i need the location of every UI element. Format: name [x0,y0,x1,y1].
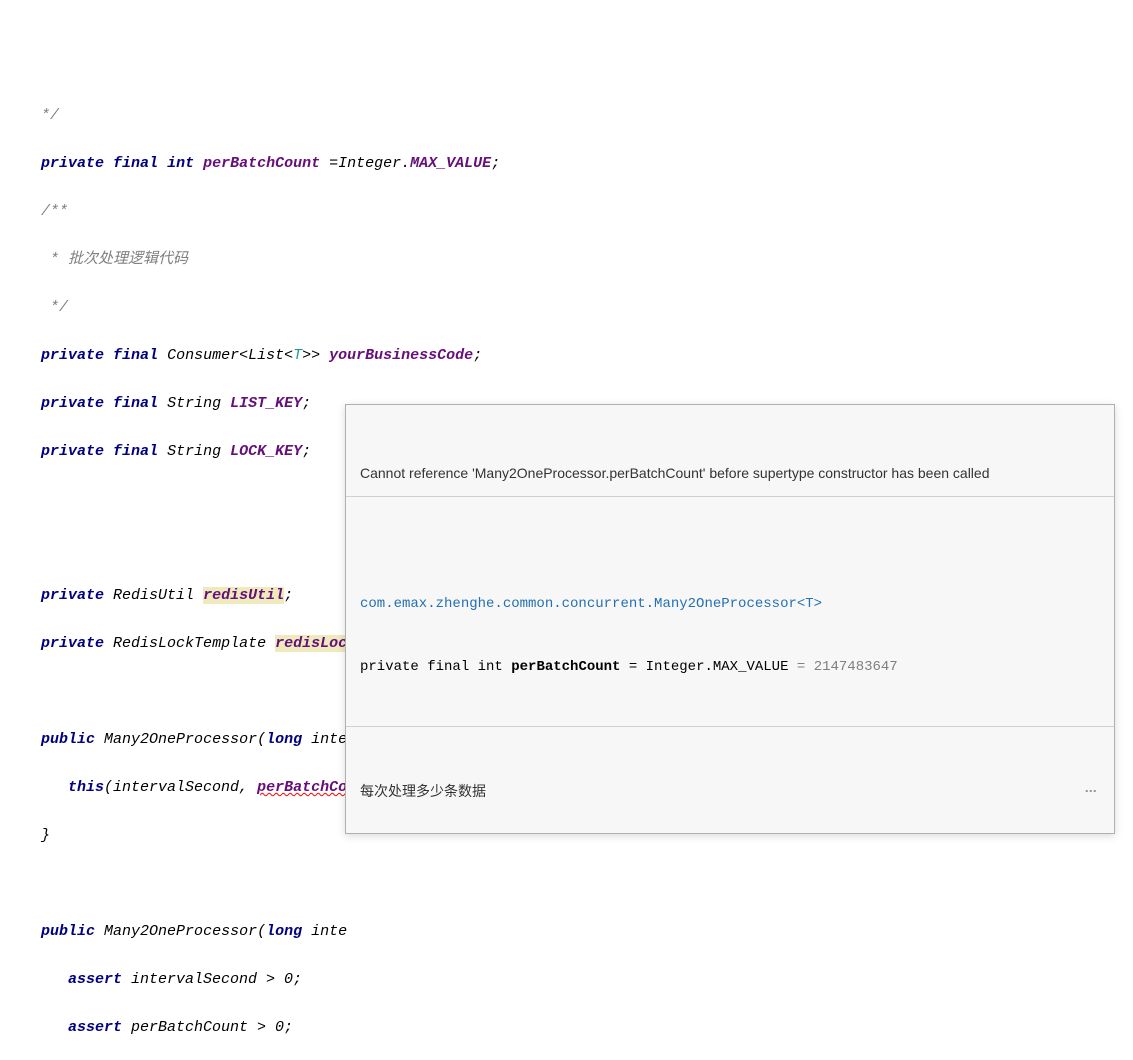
tooltip-footer: 每次处理多少条数据 ⋮ [346,772,1114,810]
tooltip-error-message: Cannot reference 'Many2OneProcessor.perB… [346,450,1114,497]
type-redislocktemplate: RedisLockTemplate [113,635,266,652]
error-tooltip: Cannot reference 'Many2OneProcessor.perB… [345,404,1115,834]
code-line-comment: /** [0,200,1133,224]
keyword-final: final [113,155,158,172]
tooltip-footer-text: 每次处理多少条数据 [360,780,486,802]
field-listkey: LIST_KEY [230,395,302,412]
field-redisutil: redisUtil [203,587,284,604]
more-icon[interactable]: ⋮ [1081,785,1100,796]
code-line-comment: */ [0,104,1133,128]
keyword-private: private [41,155,104,172]
code-line[interactable]: public Many2OneProcessor(long inte [0,920,1133,944]
type-redisutil: RedisUtil [113,587,194,604]
tooltip-decl-pre: private final int [360,659,511,675]
comment-end: */ [14,107,59,124]
keyword-public: public [41,731,95,748]
field-yourbusinesscode: yourBusinessCode [329,347,473,364]
generic-t: T [293,347,302,364]
constructor-name: Many2OneProcessor( [104,731,266,748]
keyword-int: int [167,155,194,172]
keyword-long: long [266,731,302,748]
keyword-assert: assert [68,971,122,988]
tooltip-fqn[interactable]: com.emax.zhenghe.common.concurrent.Many2… [360,596,822,612]
code-line[interactable]: private final int perBatchCount =Integer… [0,152,1133,176]
code-line[interactable]: private final Consumer<List<T>> yourBusi… [0,344,1133,368]
field-lockkey: LOCK_KEY [230,443,302,460]
tooltip-body: com.emax.zhenghe.common.concurrent.Many2… [346,542,1114,727]
constant-maxvalue: MAX_VALUE [410,155,491,172]
code-line-comment: */ [0,296,1133,320]
comment-open: /** [41,203,68,220]
keyword-this: this [68,779,104,796]
tooltip-decl-value: = 2147483647 [797,659,898,675]
comment-close: */ [41,299,68,316]
code-line[interactable]: assert intervalSecond > 0; [0,968,1133,992]
tooltip-decl-name: perBatchCount [511,659,620,675]
code-line[interactable]: assert perBatchCount > 0; [0,1016,1133,1040]
type-string: String [167,395,221,412]
code-line-comment: * 批次处理逻辑代码 [0,248,1133,272]
assign-integer: =Integer. [329,155,410,172]
field-perbatchcount: perBatchCount [203,155,320,172]
comment-text: * 批次处理逻辑代码 [41,251,188,268]
